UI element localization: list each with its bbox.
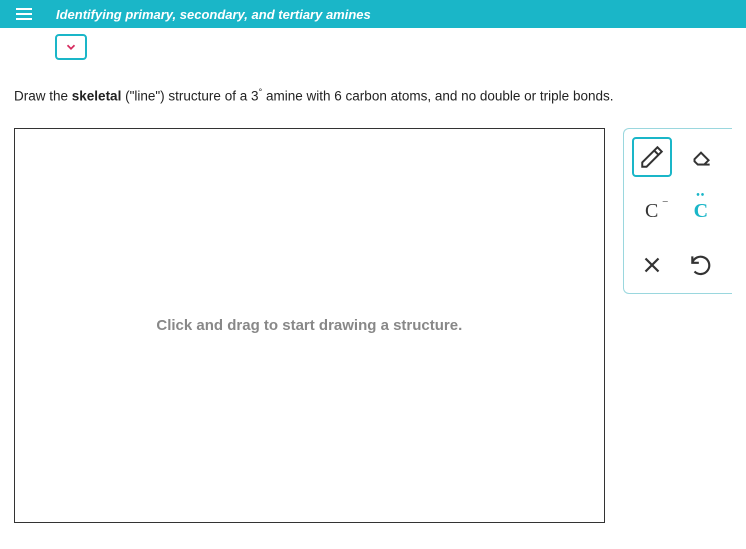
undo-icon <box>688 252 714 278</box>
c-dots-label: C <box>694 200 708 223</box>
carbon-anion-tool[interactable]: C <box>632 191 672 231</box>
drawing-toolbar: C C <box>623 128 732 294</box>
c-minus-label: C <box>645 200 658 223</box>
content-area: Draw the skeletal ("line") structure of … <box>0 28 746 523</box>
header-bar: Identifying primary, secondary, and tert… <box>0 0 746 28</box>
main-area: Click and drag to start drawing a struct… <box>14 128 732 523</box>
canvas-placeholder: Click and drag to start drawing a struct… <box>149 315 469 336</box>
eraser-tool[interactable] <box>681 137 721 177</box>
eraser-icon <box>688 144 714 170</box>
hamburger-menu-icon[interactable] <box>16 8 32 20</box>
pencil-icon <box>639 144 665 170</box>
pencil-tool[interactable] <box>632 137 672 177</box>
carbon-lonepair-tool[interactable]: C <box>681 191 721 231</box>
page-title: Identifying primary, secondary, and tert… <box>56 7 371 22</box>
close-icon <box>639 252 665 278</box>
clear-tool[interactable] <box>632 245 672 285</box>
question-text: Draw the skeletal ("line") structure of … <box>14 86 732 106</box>
drawing-canvas[interactable]: Click and drag to start drawing a struct… <box>14 128 605 523</box>
undo-tool[interactable] <box>681 245 721 285</box>
